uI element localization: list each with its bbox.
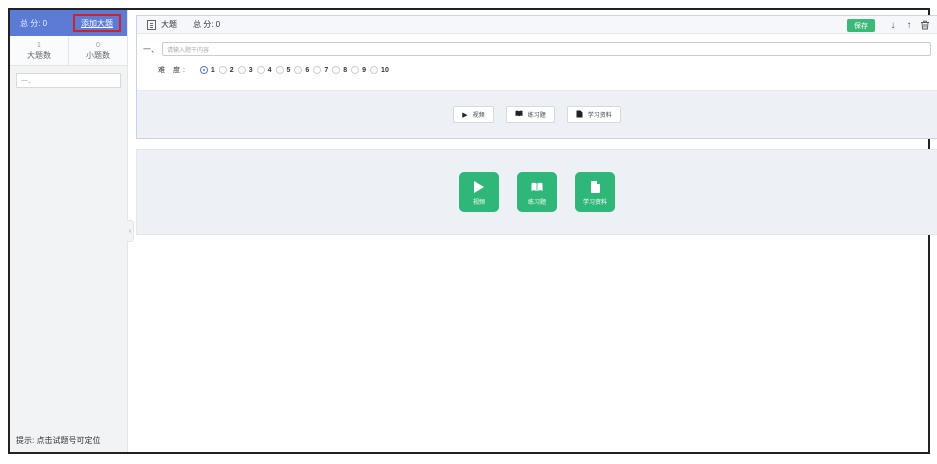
move-down-icon[interactable]: ↓ <box>887 19 899 31</box>
add-material-label: 学习资料 <box>587 113 612 119</box>
radio-icon <box>313 66 322 74</box>
document-icon <box>590 179 600 195</box>
radio-icon <box>256 66 265 74</box>
resource-material-label: 学习资料 <box>582 199 607 206</box>
difficulty-option-5[interactable]: 5 <box>275 66 291 74</box>
question-card-header: 大题 总 分: 0 保存 ↓ ↑ <box>137 16 937 34</box>
save-button[interactable]: 保存 <box>847 19 875 32</box>
sidebar-header: 总 分: 0 添加大题 <box>10 10 127 36</box>
difficulty-option-label: 3 <box>248 66 253 74</box>
sidebar-item-section-1[interactable]: 一、 <box>16 73 121 88</box>
difficulty-option-7[interactable]: 7 <box>313 66 328 74</box>
radio-icon <box>351 66 360 74</box>
radio-icon <box>294 66 303 74</box>
difficulty-option-label: 4 <box>267 66 272 74</box>
difficulty-option-label: 2 <box>229 66 234 74</box>
radio-icon <box>237 66 246 74</box>
stat-question-count: 0 小题数 <box>68 36 127 65</box>
difficulty-option-6[interactable]: 6 <box>294 66 309 74</box>
difficulty-option-label: 6 <box>305 66 310 74</box>
add-video-button[interactable]: ▶ 视频 <box>453 106 494 123</box>
resource-video-tile[interactable]: 视频 <box>459 172 499 212</box>
difficulty-option-1[interactable]: 1 <box>199 66 215 74</box>
stat-question-count-label: 小题数 <box>86 50 110 60</box>
difficulty-option-9[interactable]: 9 <box>351 66 366 74</box>
question-total-score: 总 分: 0 <box>193 20 221 29</box>
resource-video-label: 视频 <box>472 199 485 206</box>
move-up-icon[interactable]: ↑ <box>903 19 915 31</box>
play-icon <box>474 179 484 195</box>
document-icon <box>576 110 583 120</box>
difficulty-option-10[interactable]: 10 <box>370 66 389 74</box>
add-video-label: 视频 <box>472 113 485 119</box>
stat-question-count-value: 0 <box>96 41 100 49</box>
difficulty-option-label: 1 <box>210 66 215 74</box>
book-icon <box>531 179 543 195</box>
add-section-button[interactable]: 添加大题 <box>73 14 121 32</box>
play-icon: ▶ <box>462 111 468 119</box>
difficulty-option-4[interactable]: 4 <box>256 66 272 74</box>
difficulty-option-2[interactable]: 2 <box>218 66 234 74</box>
difficulty-option-label: 5 <box>286 66 291 74</box>
difficulty-row: 难 度: 1 2 3 4 5 6 7 8 9 10 <box>137 56 937 75</box>
stat-section-count: 1 大题数 <box>10 36 68 65</box>
resource-panel: 视频 练习题 学习资料 <box>136 149 937 235</box>
radio-icon <box>370 66 379 74</box>
stat-section-count-value: 1 <box>37 41 41 49</box>
resource-material-tile[interactable]: 学习资料 <box>575 172 615 212</box>
app-frame: 总 分: 0 添加大题 1 大题数 0 小题数 一、 提示: 点击试题号可定位 … <box>8 8 937 454</box>
sidebar-total-score: 总 分: 0 <box>20 18 48 28</box>
resource-exercise-label: 练习题 <box>527 199 546 206</box>
add-material-button[interactable]: 学习资料 <box>566 106 621 123</box>
sidebar: 总 分: 0 添加大题 1 大题数 0 小题数 一、 提示: 点击试题号可定位 <box>10 10 128 452</box>
question-card: 大题 总 分: 0 保存 ↓ ↑ 一、 请输入题干内容 难 度: 1 2 3 4… <box>136 15 937 139</box>
difficulty-option-label: 10 <box>381 66 389 74</box>
difficulty-option-label: 8 <box>343 66 348 74</box>
resource-exercise-tile[interactable]: 练习题 <box>517 172 557 212</box>
question-card-footer: ▶ 视频 练习题 学习资料 <box>137 90 937 138</box>
add-exercise-label: 练习题 <box>527 113 546 119</box>
delete-icon[interactable] <box>919 19 931 31</box>
sidebar-stats: 1 大题数 0 小题数 <box>10 36 127 66</box>
difficulty-label: 难 度: <box>158 67 188 74</box>
stem-input[interactable]: 请输入题干内容 <box>162 42 931 56</box>
difficulty-option-label: 9 <box>362 66 367 74</box>
add-exercise-button[interactable]: 练习题 <box>505 106 555 123</box>
radio-icon <box>332 66 341 74</box>
difficulty-option-8[interactable]: 8 <box>332 66 347 74</box>
radio-icon <box>199 66 208 74</box>
radio-icon <box>275 66 284 74</box>
question-title: 大题 <box>161 20 177 29</box>
radio-icon <box>218 66 227 74</box>
difficulty-option-label: 7 <box>324 66 329 74</box>
sidebar-collapse-handle[interactable]: ‹ <box>127 220 134 242</box>
stem-prefix: 一、 <box>143 44 159 54</box>
difficulty-option-3[interactable]: 3 <box>237 66 253 74</box>
book-icon <box>515 110 523 119</box>
stem-row: 一、 请输入题干内容 <box>137 34 937 56</box>
stat-section-count-label: 大题数 <box>27 50 51 60</box>
document-icon <box>147 19 156 30</box>
sidebar-tip: 提示: 点击试题号可定位 <box>16 436 101 445</box>
